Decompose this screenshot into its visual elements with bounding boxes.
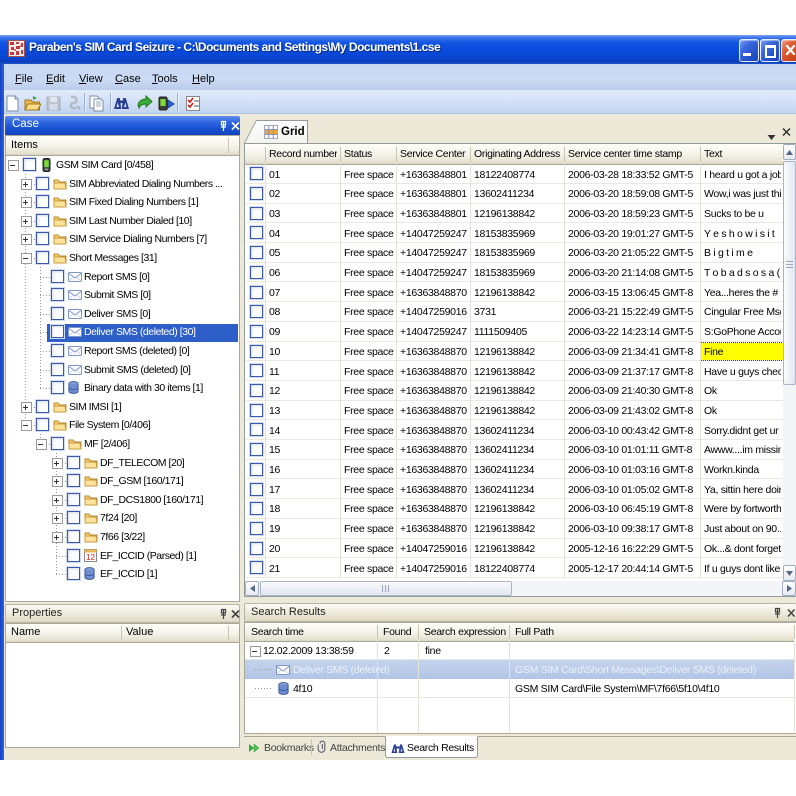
svg-text:12: 12	[86, 553, 95, 562]
